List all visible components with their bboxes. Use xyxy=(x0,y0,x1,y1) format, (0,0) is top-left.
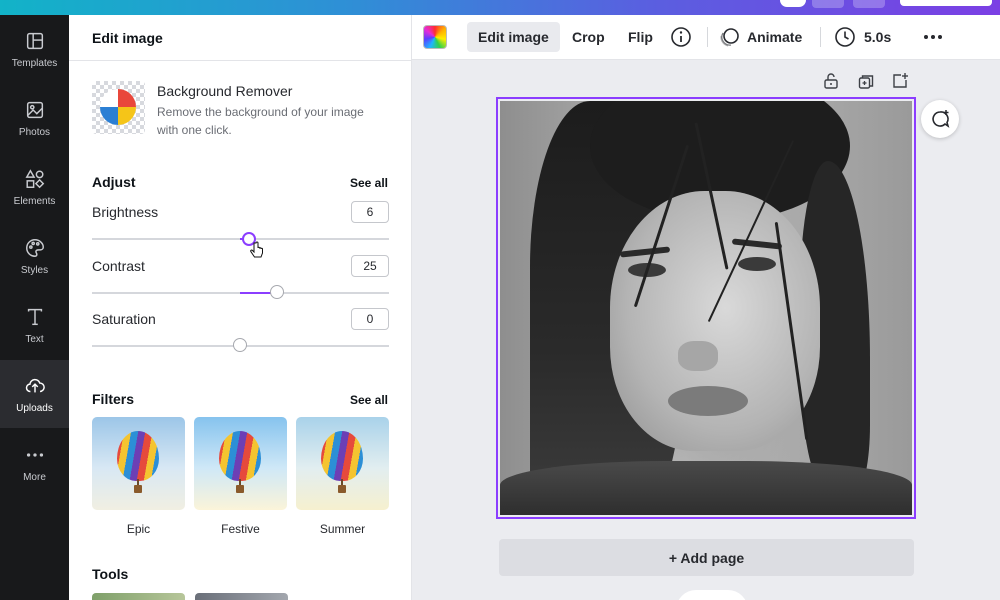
more-options-icon[interactable] xyxy=(922,29,944,45)
contrast-slider-handle[interactable] xyxy=(270,285,284,299)
rail-item-templates[interactable]: Templates xyxy=(0,15,69,83)
tool-thumbnail[interactable] xyxy=(92,593,185,600)
rail-item-photos[interactable]: Photos xyxy=(0,84,69,152)
rail-item-more[interactable]: More xyxy=(0,429,69,497)
panel-title: Edit image xyxy=(69,15,411,61)
rail-label: Elements xyxy=(13,195,56,207)
filters-list: Epic Festive Summer xyxy=(92,417,389,536)
comment-add-icon xyxy=(932,110,950,128)
saturation-label: Saturation xyxy=(92,311,156,327)
rail-label: Photos xyxy=(18,126,51,138)
tools-list xyxy=(92,593,288,600)
top-avatar[interactable] xyxy=(780,0,806,7)
pages-toggle[interactable] xyxy=(676,590,748,600)
add-page-button[interactable]: + Add page xyxy=(499,539,914,576)
rail-label: Text xyxy=(25,333,44,345)
flip-button[interactable]: Flip xyxy=(628,22,653,52)
background-remover-description: Remove the background of your image with… xyxy=(157,105,364,137)
image-toolbar: Edit image Crop Flip Animate 5.0s xyxy=(412,15,1000,60)
tool-thumbnail[interactable] xyxy=(195,593,288,600)
animate-icon xyxy=(720,28,739,47)
filters-see-all-link[interactable]: See all xyxy=(350,393,388,407)
rail-label: Templates xyxy=(11,57,58,69)
contrast-value-input[interactable]: 25 xyxy=(351,255,389,277)
filter-label: Festive xyxy=(221,522,260,536)
background-remover-card[interactable]: Background Remover Remove the background… xyxy=(92,81,377,139)
rail-item-styles[interactable]: Styles xyxy=(0,222,69,290)
rail-item-text[interactable]: Text xyxy=(0,291,69,359)
filter-epic[interactable]: Epic xyxy=(92,417,185,536)
edit-image-button[interactable]: Edit image xyxy=(467,22,560,52)
contrast-slider-track[interactable] xyxy=(92,292,389,294)
uploads-icon xyxy=(25,378,45,392)
rail-label: More xyxy=(23,471,46,483)
filter-thumbnail xyxy=(194,417,287,510)
share-button[interactable] xyxy=(900,0,992,6)
rail-label: Uploads xyxy=(16,402,53,414)
filter-festive[interactable]: Festive xyxy=(194,417,287,536)
more-icon xyxy=(26,452,43,457)
filter-summer[interactable]: Summer xyxy=(296,417,389,536)
portrait-photo[interactable] xyxy=(500,101,912,515)
duplicate-icon[interactable] xyxy=(857,73,875,91)
toolbar-separator xyxy=(820,27,821,47)
filters-title: Filters xyxy=(92,391,135,407)
brightness-slider-track[interactable] xyxy=(92,238,389,240)
comment-button[interactable] xyxy=(921,100,959,138)
lock-icon[interactable] xyxy=(822,72,840,90)
info-icon[interactable] xyxy=(670,26,692,48)
top-button-1[interactable] xyxy=(812,0,844,8)
brightness-label: Brightness xyxy=(92,204,159,220)
saturation-slider-handle[interactable] xyxy=(233,338,247,352)
elements-icon xyxy=(24,168,44,188)
edit-image-panel: Edit image Background Remover Remove the… xyxy=(69,15,412,600)
text-icon xyxy=(27,308,42,325)
rail-item-elements[interactable]: Elements xyxy=(0,153,69,221)
rail-label: Styles xyxy=(20,264,49,276)
crop-button[interactable]: Crop xyxy=(572,22,605,52)
adjust-see-all-link[interactable]: See all xyxy=(350,176,388,190)
selected-image-frame[interactable] xyxy=(496,97,916,519)
hand-pointer-cursor-icon xyxy=(250,241,263,258)
duration-button[interactable]: 5.0s xyxy=(864,22,891,52)
filter-label: Summer xyxy=(319,522,366,536)
color-picker-swatch[interactable] xyxy=(423,25,447,49)
saturation-value-input[interactable]: 0 xyxy=(351,308,389,330)
brightness-value-input[interactable]: 6 xyxy=(351,201,389,223)
background-remover-thumbnail xyxy=(92,81,145,134)
photos-icon xyxy=(26,101,43,118)
contrast-label: Contrast xyxy=(92,258,145,274)
rail-item-uploads[interactable]: Uploads xyxy=(0,360,69,428)
tools-title: Tools xyxy=(92,566,129,582)
filter-label: Epic xyxy=(126,522,151,536)
top-header-strip xyxy=(0,0,1000,15)
left-rail: Templates Photos Elements Styles Text Up… xyxy=(0,15,69,600)
clock-icon xyxy=(835,27,855,47)
templates-icon xyxy=(26,32,43,49)
styles-icon xyxy=(25,238,44,257)
add-page-icon[interactable] xyxy=(891,72,909,90)
background-remover-title: Background Remover xyxy=(157,83,293,99)
adjust-title: Adjust xyxy=(92,174,136,190)
filter-thumbnail xyxy=(92,417,185,510)
top-button-2[interactable] xyxy=(853,0,885,8)
animate-button[interactable]: Animate xyxy=(747,22,802,52)
filter-thumbnail xyxy=(296,417,389,510)
toolbar-separator xyxy=(707,27,708,47)
